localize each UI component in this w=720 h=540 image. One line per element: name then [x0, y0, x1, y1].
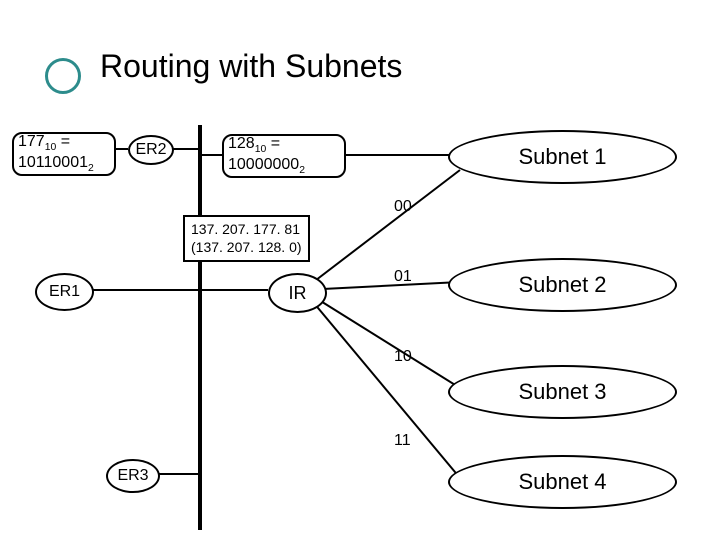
bits-01: 01	[394, 268, 412, 286]
page-title: Routing with Subnets	[100, 48, 402, 85]
node-ir: IR	[268, 273, 327, 313]
node-val-177: 17710 = 101100012	[12, 132, 116, 176]
node-val-128: 12810 = 100000002	[222, 134, 346, 178]
node-subnet-2: Subnet 2	[448, 258, 677, 312]
node-ip-box: 137. 207. 177. 81 (137. 207. 128. 0)	[183, 215, 310, 262]
bits-11: 11	[394, 432, 411, 450]
bits-00: 00	[394, 198, 412, 216]
bits-10: 10	[394, 348, 412, 366]
node-subnet-1: Subnet 1	[448, 130, 677, 184]
node-subnet-3: Subnet 3	[448, 365, 677, 419]
title-bullet-icon	[45, 58, 81, 94]
node-er2: ER2	[128, 135, 174, 165]
node-er3: ER3	[106, 459, 160, 493]
node-subnet-4: Subnet 4	[448, 455, 677, 509]
node-er1: ER1	[35, 273, 94, 311]
